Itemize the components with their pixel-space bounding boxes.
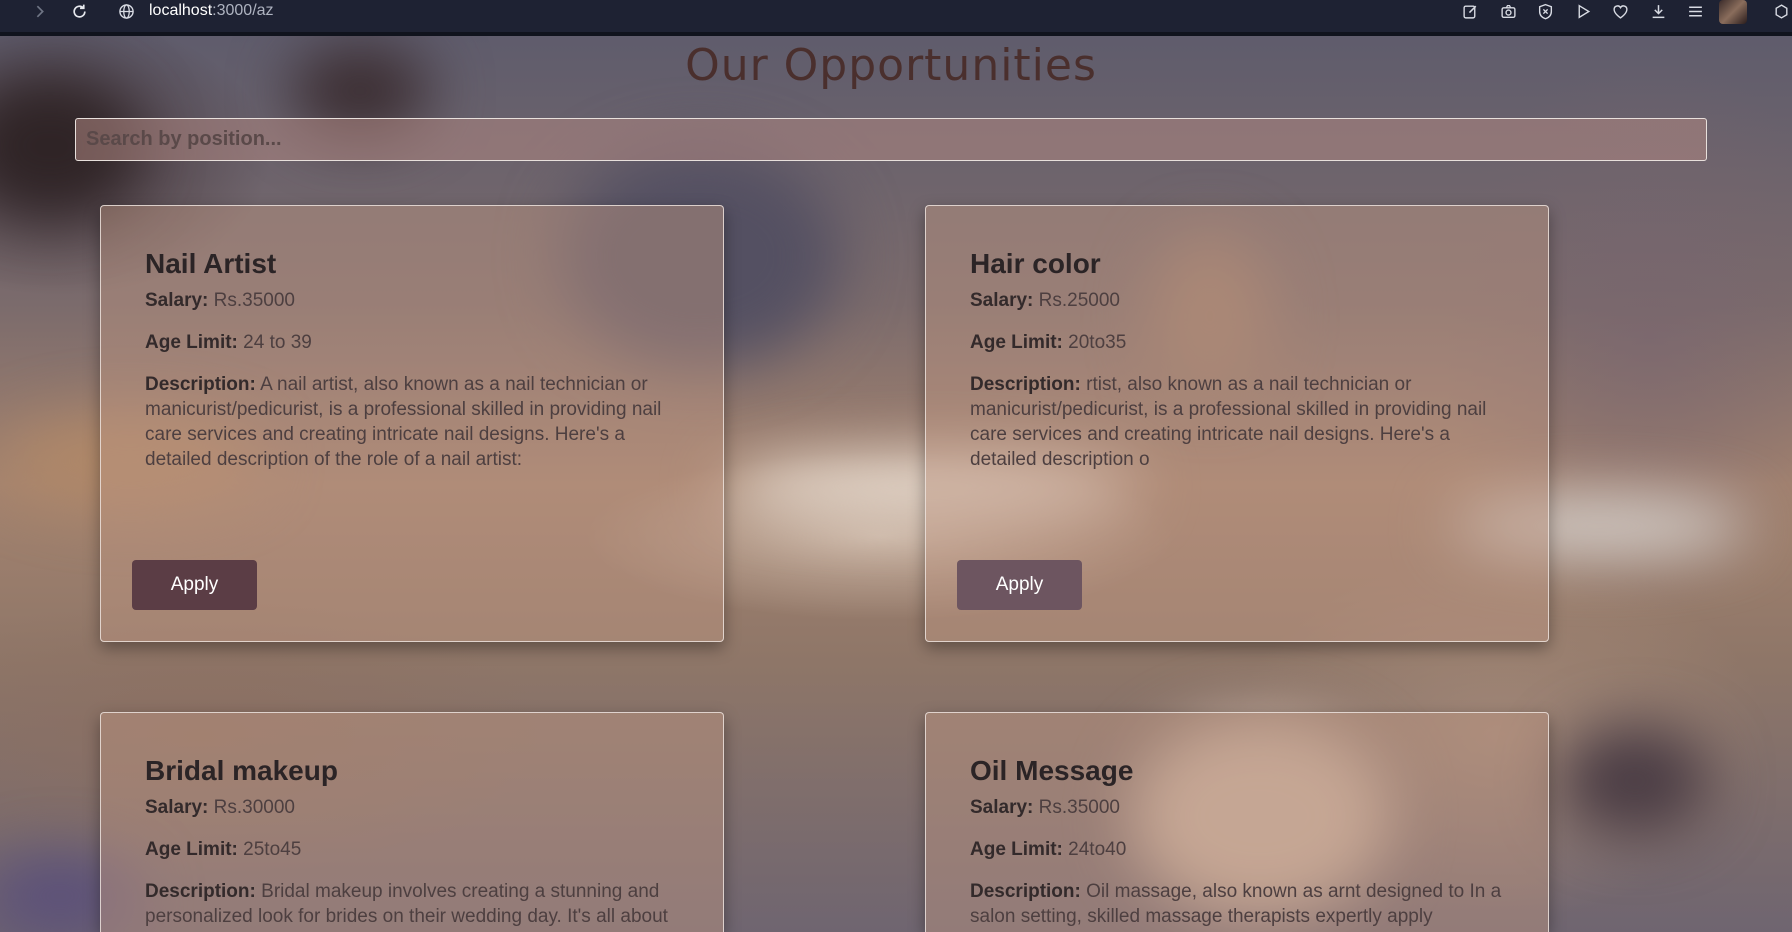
job-title: Bridal makeup — [145, 755, 338, 786]
age-limit-label: Age Limit: — [145, 839, 238, 860]
address-bar[interactable]: localhost:3000/az — [149, 0, 274, 22]
camera-icon[interactable] — [1497, 1, 1519, 21]
salary-value: Rs.35000 — [213, 290, 295, 311]
salary-label: Salary: — [145, 797, 209, 818]
job-card: Nail Artist Salary: Rs.35000 Age Limit: … — [100, 205, 724, 642]
description-label: Description: — [970, 374, 1081, 395]
download-icon[interactable] — [1647, 1, 1669, 21]
salary-value: Rs.25000 — [1038, 290, 1120, 311]
salary-label: Salary: — [970, 290, 1034, 311]
job-card: Bridal makeup Salary: Rs.30000 Age Limit… — [100, 712, 724, 932]
job-card: Oil Message Salary: Rs.35000 Age Limit: … — [925, 712, 1549, 932]
age-limit-label: Age Limit: — [970, 332, 1063, 353]
job-description: Description: rtist, also known as a nail… — [970, 372, 1504, 472]
job-salary: Salary: Rs.25000 — [970, 288, 1504, 313]
job-salary: Salary: Rs.30000 — [145, 795, 679, 820]
age-limit-label: Age Limit: — [145, 332, 238, 353]
forward-icon[interactable] — [27, 0, 51, 22]
url-path: :3000/az — [212, 2, 274, 19]
age-limit-value: 24 to 39 — [243, 332, 312, 353]
description-label: Description: — [145, 374, 256, 395]
page-title: Our Opportunities — [685, 40, 1097, 91]
age-limit-value: 25to45 — [243, 839, 302, 860]
job-title: Hair color — [970, 248, 1101, 279]
salary-value: Rs.30000 — [213, 797, 295, 818]
job-age-limit: Age Limit: 24to40 — [970, 837, 1504, 862]
description-label: Description: — [145, 881, 256, 902]
extensions-icon[interactable] — [1770, 1, 1792, 21]
job-title: Nail Artist — [145, 248, 277, 279]
browser-toolbar: localhost:3000/az — [0, 0, 1792, 36]
age-limit-value: 24to40 — [1068, 839, 1127, 860]
globe-icon — [114, 0, 138, 22]
shield-icon[interactable] — [1534, 1, 1556, 21]
menu-icon[interactable] — [1684, 1, 1706, 21]
age-limit-label: Age Limit: — [970, 839, 1063, 860]
job-age-limit: Age Limit: 25to45 — [145, 837, 679, 862]
url-host: localhost — [149, 2, 213, 19]
job-age-limit: Age Limit: 24 to 39 — [145, 330, 679, 355]
profile-avatar[interactable] — [1719, 0, 1747, 24]
job-card: Hair color Salary: Rs.25000 Age Limit: 2… — [925, 205, 1549, 642]
play-icon[interactable] — [1572, 1, 1594, 21]
age-limit-value: 20to35 — [1068, 332, 1127, 353]
job-description: Description: Oil massage, also known as … — [970, 879, 1504, 929]
reload-icon[interactable] — [67, 0, 91, 22]
apply-button[interactable]: Apply — [957, 560, 1082, 610]
salary-label: Salary: — [145, 290, 209, 311]
job-salary: Salary: Rs.35000 — [970, 795, 1504, 820]
edit-icon[interactable] — [1459, 1, 1481, 21]
description-label: Description: — [970, 881, 1081, 902]
salary-value: Rs.35000 — [1038, 797, 1120, 818]
job-description: Description: Bridal makeup involves crea… — [145, 879, 679, 929]
job-title: Oil Message — [970, 755, 1134, 786]
apply-button[interactable]: Apply — [132, 560, 257, 610]
job-age-limit: Age Limit: 20to35 — [970, 330, 1504, 355]
search-input[interactable] — [75, 118, 1707, 161]
job-salary: Salary: Rs.35000 — [145, 288, 679, 313]
heart-icon[interactable] — [1609, 1, 1631, 21]
job-description: Description: A nail artist, also known a… — [145, 372, 679, 472]
salary-label: Salary: — [970, 797, 1034, 818]
